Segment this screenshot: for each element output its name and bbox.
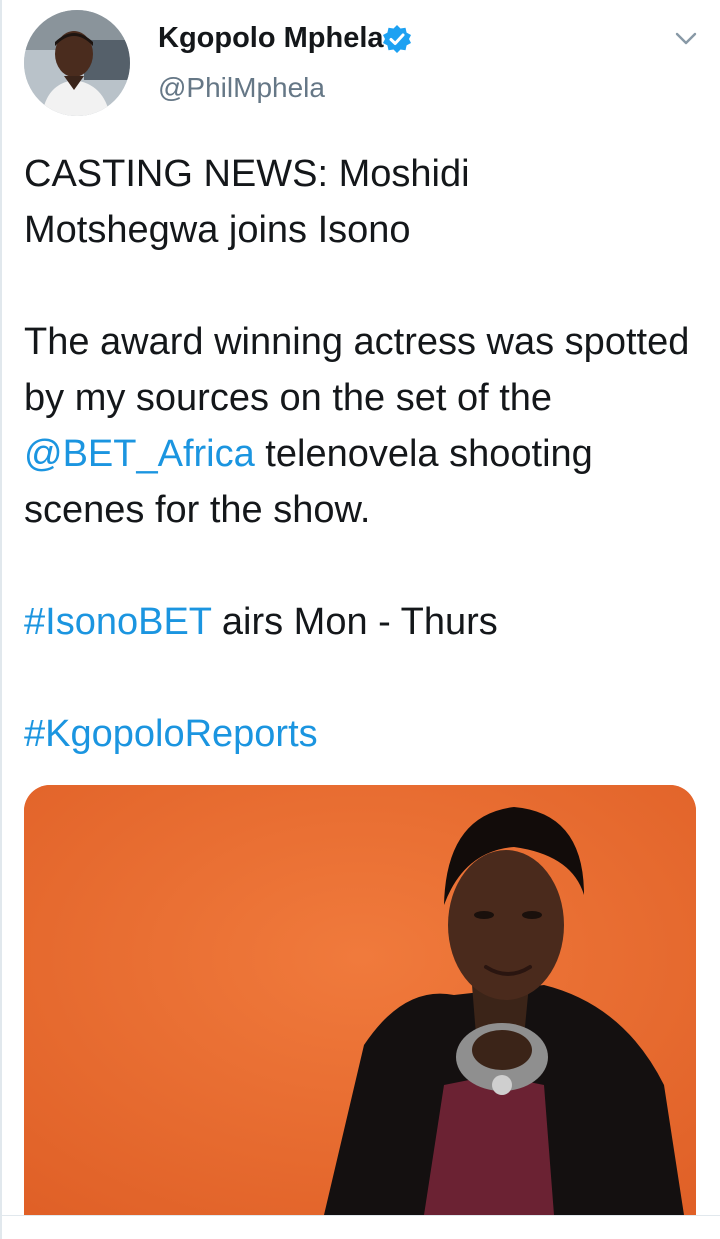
tweet-paragraph-3: #IsonoBET airs Mon - Thurs	[24, 594, 704, 650]
photo-of-actress-icon	[24, 785, 696, 1215]
hashtag-link[interactable]: #IsonoBET	[24, 601, 211, 643]
avatar[interactable]	[24, 10, 130, 116]
tweet-paragraph-4: #KgopoloReports	[24, 706, 704, 762]
left-border	[0, 0, 2, 1239]
tweet-paragraph-2: The award winning actress was spotted by…	[24, 314, 704, 538]
tweet-media-photo[interactable]	[24, 785, 696, 1215]
bottom-divider	[0, 1215, 720, 1216]
tweet-line: CASTING NEWS: Moshidi	[24, 153, 470, 195]
author-handle[interactable]: @PhilMphela	[158, 72, 325, 104]
tweet-menu-button[interactable]	[668, 24, 704, 54]
tweet-header: Kgopolo Mphela @PhilMphela	[0, 0, 720, 130]
tweet-paragraph-1: CASTING NEWS: Moshidi Motshegwa joins Is…	[24, 146, 704, 258]
profile-photo-icon	[24, 10, 130, 116]
tweet-line: Motshegwa joins Isono	[24, 209, 411, 251]
chevron-down-icon	[675, 32, 697, 45]
verified-badge-icon	[383, 25, 411, 53]
mention-link[interactable]: @BET_Africa	[24, 433, 255, 475]
hashtag-link[interactable]: #KgopoloReports	[24, 713, 318, 755]
tweet-text: CASTING NEWS: Moshidi Motshegwa joins Is…	[24, 146, 704, 762]
tweet-text-segment: airs Mon - Thurs	[211, 601, 498, 643]
tweet-text-segment: The award winning actress was spotted by…	[24, 321, 690, 419]
author-display-name[interactable]: Kgopolo Mphela	[158, 22, 384, 55]
